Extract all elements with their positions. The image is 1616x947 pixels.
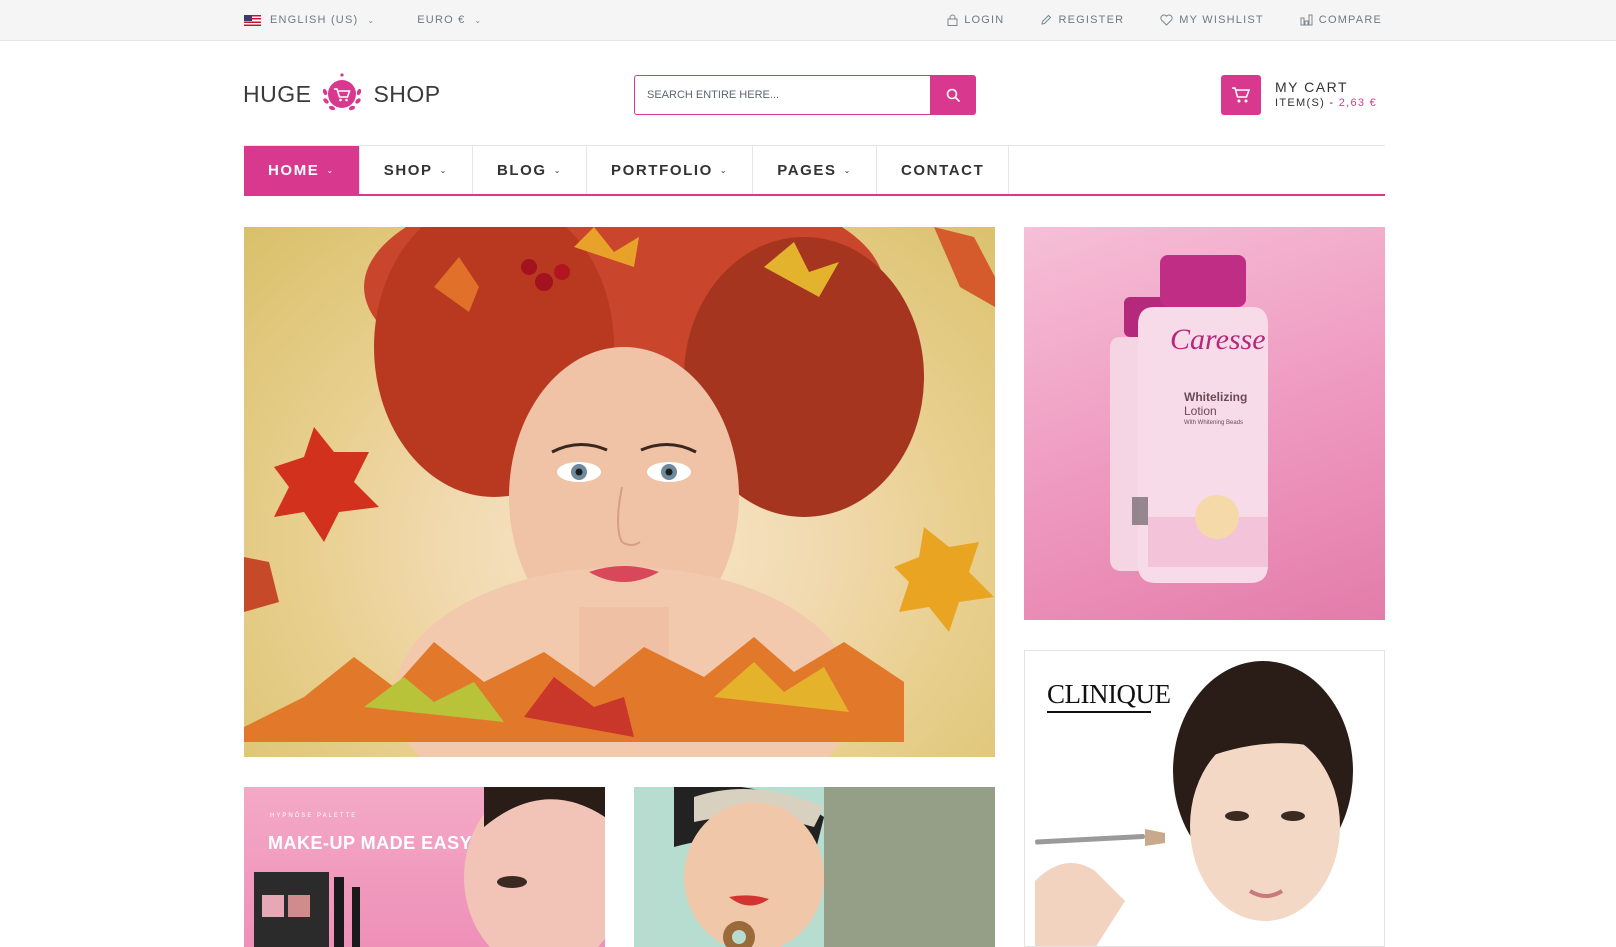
retro-woman-illustration bbox=[634, 787, 995, 947]
chevron-down-icon: ⌄ bbox=[843, 165, 852, 175]
search-button[interactable] bbox=[930, 75, 976, 115]
caresse-product: Whitelizing bbox=[1184, 390, 1248, 404]
pencil-icon bbox=[1041, 14, 1052, 25]
chevron-down-icon: ⌄ bbox=[474, 15, 483, 25]
logo-cart-icon bbox=[317, 70, 367, 118]
currency-label: EURO € bbox=[417, 14, 466, 26]
caresse-product-2: Lotion bbox=[1184, 404, 1217, 418]
retro-banner[interactable] bbox=[634, 787, 995, 947]
chevron-down-icon: ⌄ bbox=[367, 15, 376, 25]
lock-icon bbox=[947, 14, 958, 26]
nav-item-pages[interactable]: PAGES ⌄ bbox=[753, 146, 877, 194]
hero-illustration bbox=[244, 227, 995, 757]
chevron-down-icon: ⌄ bbox=[326, 165, 335, 175]
nav-label: PAGES bbox=[777, 161, 837, 179]
cart-price: 2,63 € bbox=[1338, 97, 1378, 109]
caresse-banner[interactable]: Caresse Whitelizing Lotion With Whitenin… bbox=[1024, 227, 1385, 620]
compare-label: COMPARE bbox=[1318, 14, 1382, 26]
nav-item-portfolio[interactable]: PORTFOLIO ⌄ bbox=[587, 146, 754, 194]
chevron-down-icon: ⌄ bbox=[719, 165, 729, 175]
logo-text-left: HUGE bbox=[243, 80, 312, 107]
search-bar bbox=[634, 75, 976, 115]
flag-us-icon bbox=[244, 14, 261, 26]
clinique-model-illustration bbox=[1035, 661, 1353, 946]
wishlist-link[interactable]: MY WISHLIST bbox=[1160, 14, 1264, 26]
nav-label: CONTACT bbox=[900, 161, 985, 179]
nav-item-contact[interactable]: CONTACT bbox=[877, 146, 1010, 194]
top-bar: ENGLISH (US) ⌄ EURO € ⌄ LOGIN REGISTER M… bbox=[0, 0, 1616, 41]
cart-items-label: ITEM(S) - bbox=[1275, 97, 1339, 109]
cart-title: MY CART bbox=[1275, 79, 1348, 95]
makeup-illustration bbox=[254, 787, 605, 947]
chevron-down-icon: ⌄ bbox=[553, 165, 562, 175]
makeup-small-label: HYPNÔSE PALETTE bbox=[270, 813, 358, 819]
register-label: REGISTER bbox=[1058, 14, 1125, 26]
nav-label: BLOG bbox=[496, 161, 547, 179]
currency-selector[interactable]: EURO € ⌄ bbox=[417, 14, 482, 26]
site-logo[interactable]: HUGE SHOP bbox=[243, 70, 441, 118]
nav-item-blog[interactable]: BLOG ⌄ bbox=[473, 146, 587, 194]
nav-label: HOME bbox=[268, 161, 320, 179]
clinique-banner[interactable]: CLINIQUE bbox=[1024, 650, 1385, 947]
nav-item-home[interactable]: HOME ⌄ bbox=[244, 146, 360, 194]
nav-item-shop[interactable]: SHOP ⌄ bbox=[360, 146, 473, 194]
logo-text-right: SHOP bbox=[373, 80, 441, 107]
nav-label: SHOP bbox=[383, 161, 433, 179]
wishlist-label: MY WISHLIST bbox=[1179, 14, 1264, 26]
login-link[interactable]: LOGIN bbox=[947, 14, 1004, 26]
nav-label: PORTFOLIO bbox=[611, 161, 713, 179]
cart-icon bbox=[1232, 87, 1251, 103]
cart-summary: ITEM(S) - 2,63 € bbox=[1275, 95, 1377, 111]
bar-chart-icon bbox=[1300, 14, 1313, 26]
makeup-banner[interactable]: HYPNÔSE PALETTE MAKE-UP MADE EASY bbox=[244, 787, 605, 947]
hero-banner[interactable] bbox=[244, 227, 995, 757]
main-nav: HOME ⌄ SHOP ⌄ BLOG ⌄ PORTFOLIO ⌄ PAGES ⌄ CONT… bbox=[244, 146, 1385, 196]
makeup-title: MAKE-UP MADE EASY bbox=[268, 833, 473, 853]
heart-icon bbox=[1160, 14, 1173, 26]
login-label: LOGIN bbox=[964, 14, 1005, 26]
mini-cart[interactable]: MY CART ITEM(S) - 2,63 € bbox=[1221, 75, 1377, 115]
language-selector[interactable]: ENGLISH (US) ⌄ bbox=[244, 14, 375, 26]
compare-link[interactable]: COMPARE bbox=[1300, 14, 1382, 26]
cart-button[interactable] bbox=[1221, 75, 1261, 115]
search-icon bbox=[946, 88, 960, 102]
search-input[interactable] bbox=[634, 75, 930, 115]
language-label: ENGLISH (US) bbox=[270, 14, 359, 26]
caresse-brand: Caresse bbox=[1170, 323, 1266, 356]
caresse-sub: With Whitening Beads bbox=[1184, 420, 1244, 426]
chevron-down-icon: ⌄ bbox=[439, 165, 448, 175]
register-link[interactable]: REGISTER bbox=[1040, 14, 1124, 26]
